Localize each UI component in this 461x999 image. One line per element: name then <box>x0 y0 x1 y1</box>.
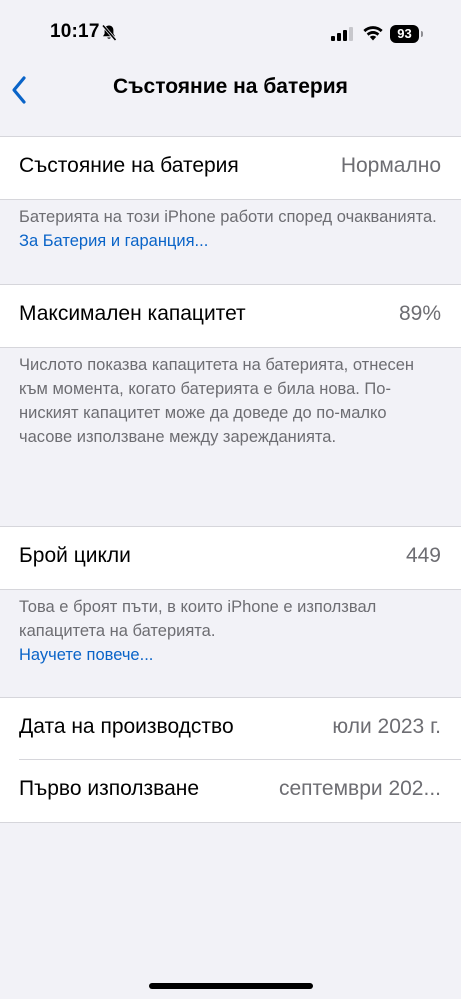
battery-tip <box>421 31 423 37</box>
manufacture-date-value: юли 2023 г. <box>332 715 441 738</box>
bell-slash-icon <box>101 24 117 47</box>
status-time: 10:17 <box>50 21 100 42</box>
max-capacity-label: Максимален капацитет <box>19 302 246 325</box>
cycle-count-row: Брой цикли 449 <box>0 527 461 589</box>
battery-health-row: Състояние на батерия Нормално <box>0 137 461 199</box>
wifi-icon <box>362 24 384 47</box>
status-bar: 10:17 93 <box>0 0 461 70</box>
max-capacity-note: Числото показва капацитета на батерията,… <box>19 356 415 446</box>
battery-icon: 93 <box>390 25 419 43</box>
max-capacity-value: 89% <box>398 302 441 325</box>
page-title: Състояние на батерия <box>113 75 348 98</box>
cycle-count-value: 449 <box>405 544 441 567</box>
cellular-signal-icon <box>331 27 353 46</box>
first-use-row: Първо използване септември 202... <box>0 760 461 822</box>
first-use-value: септември 202... <box>279 777 441 800</box>
max-capacity-group: Максимален капацитет 89% <box>0 284 461 348</box>
cycle-count-note-text: Това е броят пъти, в които iPhone е изпо… <box>19 598 377 640</box>
home-indicator[interactable] <box>149 983 313 989</box>
battery-health-note: Батерията на този iPhone работи според о… <box>19 205 441 253</box>
battery-health-value: Нормално <box>340 154 441 177</box>
battery-health-group: Състояние на батерия Нормално <box>0 136 461 200</box>
battery-health-note-text: Батерията на този iPhone работи според о… <box>19 208 437 226</box>
battery-health-label: Състояние на батерия <box>19 154 239 177</box>
manufacture-date-label: Дата на производство <box>19 715 234 738</box>
dates-group: Дата на производство юли 2023 г. Първо и… <box>0 697 461 823</box>
first-use-label: Първо използване <box>19 777 200 800</box>
max-capacity-row: Максимален капацитет 89% <box>0 285 461 347</box>
cycle-count-label: Брой цикли <box>19 544 131 567</box>
cycle-count-note: Това е броят пъти, в които iPhone е изпо… <box>19 595 441 667</box>
manufacture-date-row: Дата на производство юли 2023 г. <box>0 698 461 760</box>
cycle-count-group: Брой цикли 449 <box>0 526 461 590</box>
navigation-bar: Състояние на батерия <box>0 70 461 110</box>
learn-more-link[interactable]: Научете повече... <box>19 646 153 664</box>
battery-warranty-link[interactable]: За Батерия и гаранция... <box>19 232 208 250</box>
